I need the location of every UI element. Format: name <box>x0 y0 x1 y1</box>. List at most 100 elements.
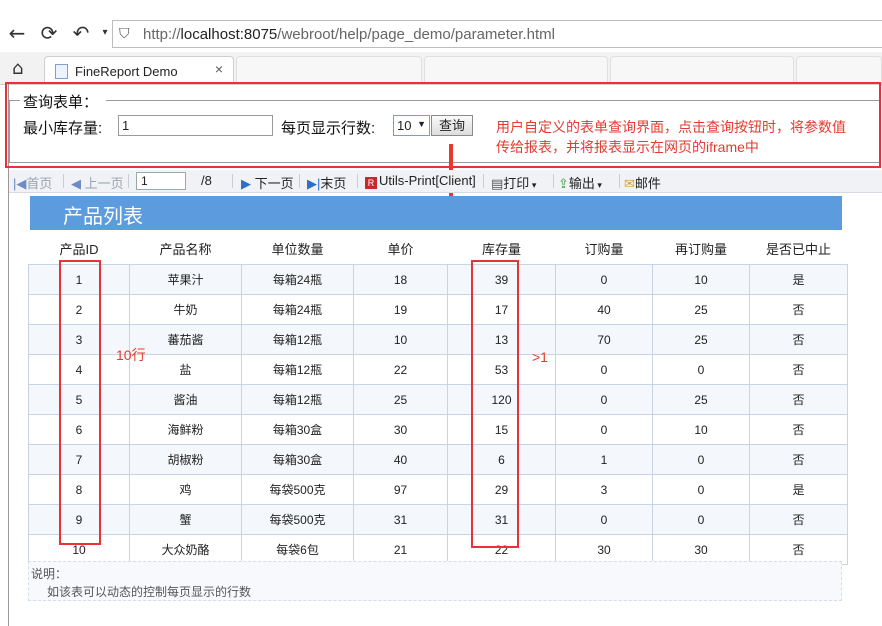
table-cell: 否 <box>749 354 848 385</box>
table-cell: 每袋500克 <box>241 504 354 535</box>
table-cell: 否 <box>749 444 848 475</box>
table-cell: 是 <box>749 474 848 505</box>
undo-icon[interactable]: ↶ <box>70 22 92 44</box>
page-total: /8 <box>201 173 212 188</box>
table-cell: 否 <box>749 504 848 535</box>
table-header-row: 产品ID 产品名称 单位数量 单价 库存量 订购量 再订购量 是否已中止 <box>29 233 848 265</box>
chevron-down-icon: ▾ <box>594 180 602 190</box>
table-row: 7 胡椒粉 每箱30盒 40 6 1 0 否 <box>28 444 848 475</box>
table-cell: 97 <box>353 474 448 505</box>
table-cell: 40 <box>353 444 448 475</box>
table-cell: 18 <box>353 264 448 295</box>
table-row: 9 蟹每袋500克 31 31 0 0 否 <box>28 504 848 535</box>
prev-page-button[interactable]: ◀ 上一页 <box>71 173 124 192</box>
tab-inactive[interactable] <box>236 56 422 84</box>
table-cell: 30 <box>353 414 448 445</box>
print-button[interactable]: ▤打印 ▾ <box>491 173 536 192</box>
table-cell: 0 <box>652 474 750 505</box>
table-cell: 10 <box>353 324 448 355</box>
last-page-button[interactable]: ▶|末页 <box>307 173 346 192</box>
export-button[interactable]: ⇪输出 ▾ <box>558 173 602 192</box>
table-cell: 0 <box>652 354 750 385</box>
column-header: 单价 <box>387 242 414 257</box>
toolbar-separator <box>299 174 300 188</box>
url-text: http://localhost:8075/webroot/help/page_… <box>143 26 555 43</box>
close-icon[interactable]: × <box>215 61 223 77</box>
table-cell: 19 <box>353 294 448 325</box>
table-cell: 30 <box>652 534 750 565</box>
description-text: 如该表可以动态的控制每页显示的行数 <box>47 585 252 599</box>
table-row: 4 盐每箱12瓶 22 53 0 0 否 <box>28 354 848 385</box>
mail-icon: ✉ <box>624 176 635 191</box>
column-header: 产品名称 <box>159 242 212 257</box>
column-header: 单位数量 <box>271 242 324 257</box>
table-cell: 苹果汁 <box>129 264 242 295</box>
toolbar-separator <box>128 174 129 188</box>
page-number-input[interactable]: 1 <box>136 172 186 190</box>
reload-icon[interactable]: ⟳ <box>38 22 60 44</box>
toolbar-separator <box>232 174 233 188</box>
table-cell: 31 <box>353 504 448 535</box>
printer-icon: ▤ <box>491 176 504 191</box>
highlight-box-stock-column <box>471 260 519 548</box>
table-cell: 22 <box>353 354 448 385</box>
table-cell: 牛奶 <box>129 294 242 325</box>
table-row: 8 鸡每袋500克 97 29 3 0 是 <box>28 474 848 505</box>
table-cell: 否 <box>749 534 848 565</box>
last-page-icon: ▶| <box>307 176 321 191</box>
table-cell: 每箱30盒 <box>241 444 354 475</box>
table-cell: 大众奶酪 <box>129 534 242 565</box>
table-cell: 0 <box>555 264 653 295</box>
tab-inactive[interactable] <box>424 56 608 84</box>
table-cell: 40 <box>555 294 653 325</box>
table-cell: 每箱12瓶 <box>241 384 354 415</box>
table-cell: 70 <box>555 324 653 355</box>
table-cell: 否 <box>749 294 848 325</box>
page-icon <box>55 64 68 79</box>
table-row: 10 大众奶酪 每袋6包 21 22 30 30 否 <box>28 534 848 565</box>
tab-finereport-demo[interactable]: FineReport Demo × <box>44 56 234 84</box>
table-cell: 1 <box>555 444 653 475</box>
chevron-down-icon: ▾ <box>529 180 537 190</box>
report-title-banner: 产品列表 <box>30 196 842 230</box>
table-cell: 25 <box>652 294 750 325</box>
table-cell: 每袋6包 <box>241 534 354 565</box>
first-page-button[interactable]: |◀首页 <box>13 173 52 192</box>
toolbar-separator <box>553 174 554 188</box>
table-cell: 否 <box>749 384 848 415</box>
table-cell: 25 <box>652 384 750 415</box>
table-cell: 每箱12瓶 <box>241 354 354 385</box>
address-bar[interactable]: ⛉ http://localhost:8075/webroot/help/pag… <box>112 20 882 48</box>
annotation-note: 用户自定义的表单查询界面，点击查询按钮时，将参数值传给报表，并将报表显示在网页的… <box>496 119 846 155</box>
tab-inactive[interactable] <box>796 56 882 84</box>
table-cell: 3 <box>555 474 653 505</box>
table-cell: 盐 <box>129 354 242 385</box>
site-info-icon[interactable]: ⛉ <box>119 25 137 43</box>
tab-bar: ⌂ FineReport Demo × <box>0 52 882 85</box>
table-cell: 鸡 <box>129 474 242 505</box>
home-icon[interactable]: ⌂ <box>12 58 23 79</box>
report-toolbar: |◀首页 ◀ 上一页 1 /8 ▶ 下一页 ▶|末页 R Utils-Print[… <box>9 170 882 193</box>
table-row: 1 苹果汁 每箱24瓶 18 39 0 10 是 <box>28 264 848 295</box>
table-row: 6 海鲜粉 每箱30盒 30 15 0 10 否 <box>28 414 848 445</box>
table-cell: 0 <box>555 504 653 535</box>
export-icon: ⇪ <box>558 176 569 191</box>
table-cell: 每箱12瓶 <box>241 324 354 355</box>
product-table: 产品ID 产品名称 单位数量 单价 库存量 订购量 再订购量 是否已中止 1 苹果… <box>28 233 848 565</box>
table-cell: 每箱24瓶 <box>241 294 354 325</box>
table-cell: 0 <box>652 444 750 475</box>
tab-inactive[interactable] <box>610 56 794 84</box>
back-arrow-icon[interactable]: ← <box>6 22 28 44</box>
table-cell: 每箱24瓶 <box>241 264 354 295</box>
table-cell: 21 <box>353 534 448 565</box>
table-cell: 每箱30盒 <box>241 414 354 445</box>
next-page-button[interactable]: ▶ 下一页 <box>241 173 294 192</box>
table-cell: 30 <box>555 534 653 565</box>
rows-annotation: 10行 <box>116 347 146 363</box>
table-cell: 0 <box>555 414 653 445</box>
next-page-icon: ▶ <box>241 176 255 191</box>
utils-print-button[interactable]: R Utils-Print[Client] <box>365 173 476 189</box>
table-cell: 10 <box>652 414 750 445</box>
table-cell: 每袋500克 <box>241 474 354 505</box>
mail-button[interactable]: ✉邮件 <box>624 173 661 192</box>
